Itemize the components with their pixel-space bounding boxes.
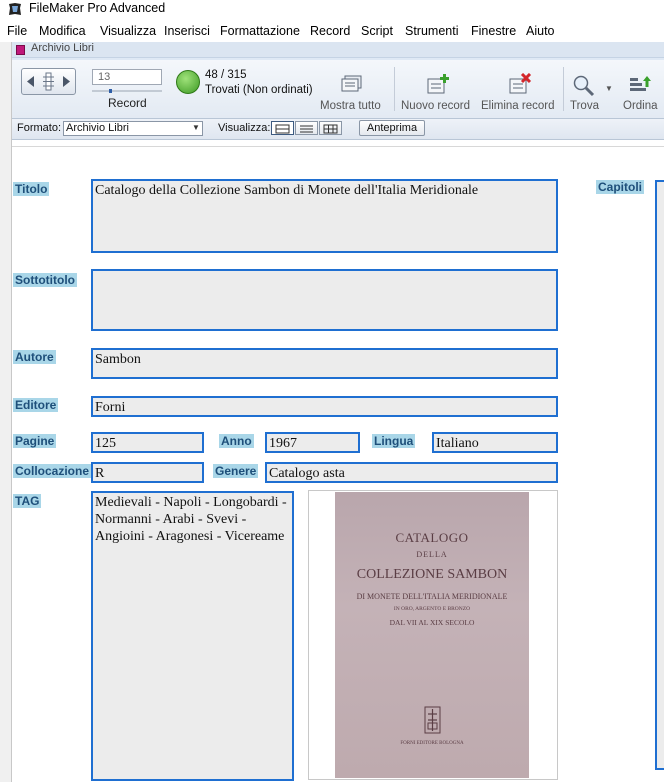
sort-button[interactable]: Ordina	[623, 100, 658, 112]
book-cover-image: CATALOGO DELLA COLLEZIONE SAMBON DI MONE…	[335, 492, 529, 778]
language-field[interactable]: Italiano	[432, 432, 558, 453]
cover-line: DI MONETE DELL'ITALIA MERIDIONALE	[356, 592, 508, 601]
cover-line: DAL VII AL XIX SECOLO	[389, 618, 475, 627]
record-book-navigator[interactable]	[21, 68, 76, 95]
menu-record[interactable]: Record	[310, 24, 350, 38]
find-icon[interactable]	[571, 73, 597, 97]
window-title-bar[interactable]	[12, 42, 664, 58]
title-field[interactable]: Catalogo della Collezione Sambon di Mone…	[91, 179, 558, 253]
location-field[interactable]: R	[91, 462, 204, 483]
find-dropdown-chevron-icon[interactable]: ▼	[605, 84, 613, 93]
cover-line: CATALOGO	[395, 530, 469, 545]
chapters-field[interactable]	[655, 180, 664, 770]
found-status: Trovati (Non ordinati)	[205, 84, 313, 96]
record-number-input[interactable]: 13	[92, 69, 162, 85]
record-label: Record	[108, 96, 147, 110]
view-table-button[interactable]	[319, 121, 342, 135]
menu-file[interactable]: File	[7, 24, 27, 38]
view-list-button[interactable]	[295, 121, 318, 135]
label-title: Titolo	[13, 182, 50, 196]
record-slider[interactable]	[92, 89, 162, 93]
label-chapters: Capitoli	[596, 180, 644, 194]
toolbar-separator	[394, 67, 395, 111]
subtitle-field[interactable]	[91, 269, 558, 331]
delete-record-button[interactable]: Elimina record	[481, 100, 555, 112]
menu-formattazione[interactable]: Formattazione	[220, 24, 300, 38]
label-subtitle: Sottotitolo	[13, 273, 77, 287]
cover-line: COLLEZIONE SAMBON	[356, 567, 508, 582]
book-navigator-icon	[27, 72, 70, 91]
new-record-button[interactable]: Nuovo record	[401, 100, 470, 112]
window-title: Archivio Libri	[31, 42, 94, 54]
toolbar-separator	[563, 67, 564, 111]
found-count: 48 / 315	[205, 69, 247, 81]
menu-finestre[interactable]: Finestre	[471, 24, 516, 38]
publisher-field[interactable]: Forni	[91, 396, 558, 417]
year-field[interactable]: 1967	[265, 432, 360, 453]
menu-bar: File Modifica Visualizza Inserisci Forma…	[0, 23, 664, 42]
menu-inserisci[interactable]: Inserisci	[164, 24, 210, 38]
publisher-emblem-icon	[424, 706, 441, 734]
delete-record-icon[interactable]	[506, 73, 532, 97]
show-all-button[interactable]: Mostra tutto	[320, 100, 381, 112]
sort-icon[interactable]	[627, 73, 653, 97]
chevron-down-icon[interactable]: ▼	[192, 123, 200, 132]
window-icon	[16, 45, 25, 55]
label-tag: TAG	[13, 494, 42, 508]
label-publisher: Editore	[13, 398, 59, 412]
genre-field[interactable]: Catalogo asta	[265, 462, 558, 483]
menu-script[interactable]: Script	[361, 24, 393, 38]
filemaker-logo-icon	[9, 3, 21, 15]
format-label: Formato:	[17, 122, 62, 134]
tag-field[interactable]: Medievali - Napoli - Longobardi - Norman…	[91, 491, 294, 781]
pages-field[interactable]: 125	[91, 432, 204, 453]
label-location: Collocazione	[13, 464, 92, 478]
view-label: Visualizza:	[218, 122, 271, 134]
label-year: Anno	[219, 434, 254, 448]
app-title: FileMaker Pro Advanced	[29, 1, 166, 15]
new-record-icon[interactable]	[424, 73, 450, 97]
menu-visualizza[interactable]: Visualizza	[100, 24, 156, 38]
menu-aiuto[interactable]: Aiuto	[526, 24, 555, 38]
label-genre: Genere	[213, 464, 259, 478]
label-author: Autore	[13, 350, 56, 364]
list-view-icon	[300, 125, 313, 133]
label-pages: Pagine	[13, 434, 57, 448]
window-left-border	[0, 42, 12, 782]
cover-line: DELLA	[416, 550, 448, 559]
preview-button[interactable]: Anteprima	[359, 120, 425, 136]
cover-line: IN ORO, ARGENTO E BRONZO	[393, 606, 471, 612]
format-select[interactable]: Archivio Libri	[63, 121, 203, 136]
form-view-icon	[275, 124, 290, 134]
show-all-icon[interactable]	[339, 73, 365, 97]
menu-modifica[interactable]: Modifica	[39, 24, 86, 38]
label-language: Lingua	[372, 434, 416, 448]
view-form-button[interactable]	[271, 121, 294, 135]
found-set-pie-icon[interactable]	[176, 70, 200, 94]
table-view-icon	[323, 124, 338, 134]
header-divider	[12, 146, 664, 147]
menu-strumenti[interactable]: Strumenti	[405, 24, 459, 38]
cover-publisher: FORNI EDITORE BOLOGNA	[400, 741, 464, 746]
author-field[interactable]: Sambon	[91, 348, 558, 379]
find-button[interactable]: Trova	[570, 100, 599, 112]
